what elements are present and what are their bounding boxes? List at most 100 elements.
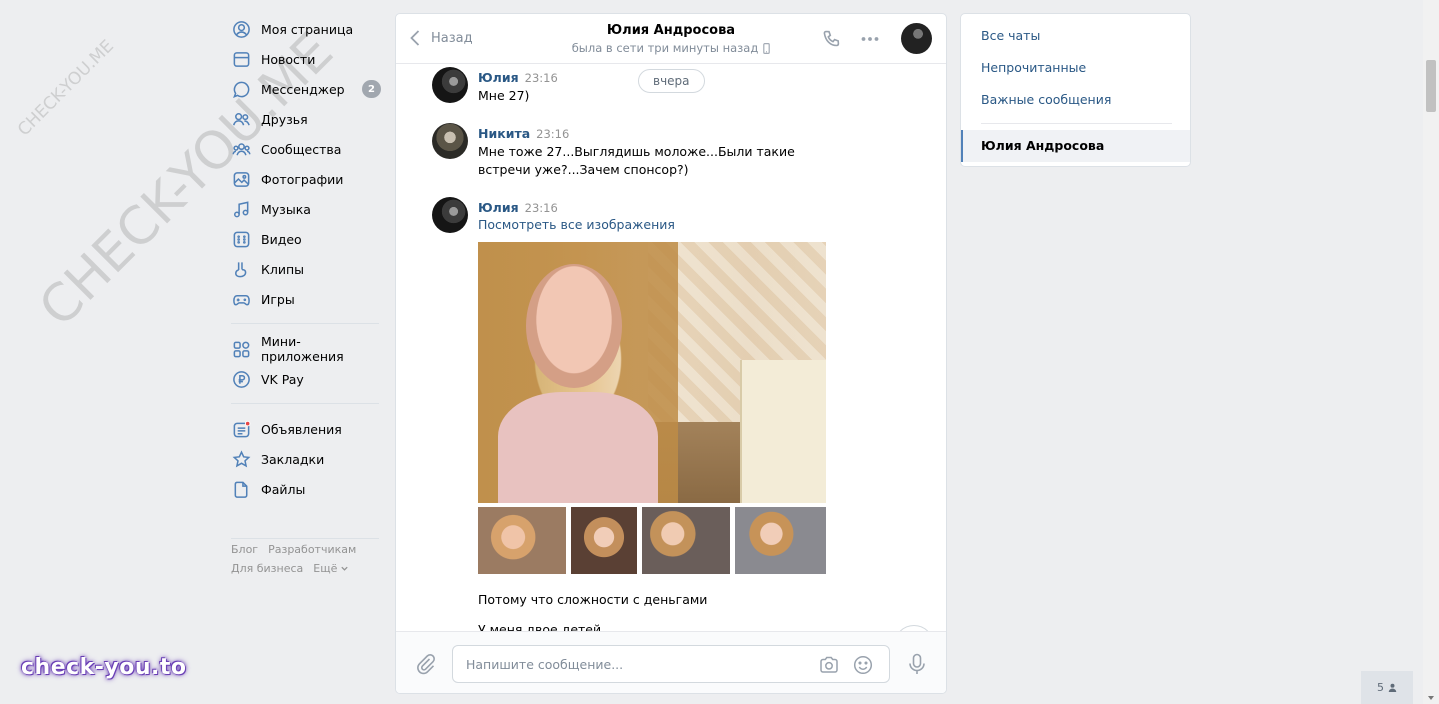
peer-name: Юлия Андросова <box>606 23 736 38</box>
chat-panel: Назад Юлия Андросова была в сети три мин… <box>395 13 947 694</box>
user-circle-icon <box>232 20 251 39</box>
message-author[interactable]: Юлия <box>478 70 519 85</box>
message-author[interactable]: Никита <box>478 126 530 141</box>
news-icon <box>232 50 251 69</box>
message-time: 23:16 <box>524 71 558 85</box>
nav-item-messenger[interactable]: Мессенджер 2 <box>229 74 381 104</box>
clips-icon <box>232 260 251 279</box>
photo-attachment-main[interactable] <box>478 242 826 503</box>
attach-button[interactable] <box>414 652 438 676</box>
folder-current-chat[interactable]: Юлия Андросова <box>961 130 1190 162</box>
folder-unread[interactable]: Непрочитанные <box>981 60 1086 75</box>
photo-thumbnails <box>478 507 826 574</box>
nav-label: Клипы <box>261 261 305 277</box>
message-body: Никита 23:16 Мне тоже 27...Выглядишь моло… <box>478 123 850 179</box>
ads-icon <box>232 420 251 439</box>
photo-thumbnail[interactable] <box>571 507 637 574</box>
message-time: 23:16 <box>536 127 570 141</box>
nav-item-photos[interactable]: Фотографии <box>229 164 381 194</box>
folder-important[interactable]: Важные сообщения <box>981 92 1111 107</box>
message-body: Юлия 23:16 Посмотреть все изображения <box>478 197 850 232</box>
nav-item-mini-apps[interactable]: Мини-приложения <box>229 334 381 364</box>
message-body: Юлия 23:16 Мне 27) <box>478 67 850 105</box>
peer-status-text: была в сети три минуты назад <box>571 41 759 55</box>
footer-link-developers[interactable]: Разработчикам <box>268 543 356 556</box>
smile-icon <box>853 655 873 675</box>
nav-item-games[interactable]: Игры <box>229 284 381 314</box>
nav-label: Друзья <box>261 111 308 127</box>
message-text: Мне тоже 27...Выглядишь моложе...Были та… <box>478 144 795 177</box>
nav-divider <box>231 403 379 404</box>
scroll-down-arrow-icon[interactable] <box>1428 696 1434 700</box>
nav-label: VK Pay <box>261 371 304 387</box>
call-button[interactable] <box>821 28 843 50</box>
nav-divider <box>231 323 379 324</box>
avatar[interactable] <box>432 123 468 159</box>
nav-item-my-page[interactable]: Моя страница <box>229 14 381 44</box>
photos-icon <box>232 170 251 189</box>
chevron-left-icon <box>410 30 420 46</box>
nav-label: Моя страница <box>261 21 354 37</box>
nav-item-news[interactable]: Новости <box>229 44 381 74</box>
nav-label: Видео <box>261 231 302 247</box>
nav-item-music[interactable]: Музыка <box>229 194 381 224</box>
nav-footer-links: Блог Разработчикам Для бизнеса Ещё <box>231 538 381 578</box>
peer-status: была в сети три минуты назад <box>536 41 806 55</box>
message-author[interactable]: Юлия <box>478 200 519 215</box>
nav-label: Мини-приложения <box>261 334 344 364</box>
nav-label: Мессенджер <box>261 81 345 97</box>
online-friends-counter[interactable]: 5 <box>1361 671 1413 704</box>
photo-thumbnail[interactable] <box>478 507 566 574</box>
back-label: Назад <box>431 30 473 46</box>
communities-icon <box>232 140 251 159</box>
footer-link-blog[interactable]: Блог <box>231 543 258 556</box>
message-history[interactable]: вчера Юлия 23:16 Мне 27) Никита 23:16 Мне … <box>396 65 946 631</box>
peer-avatar[interactable] <box>901 23 932 54</box>
nav-item-video[interactable]: Видео <box>229 224 381 254</box>
nav-label: Фотографии <box>261 171 344 187</box>
footer-link-business[interactable]: Для бизнеса <box>231 562 303 575</box>
footer-more-menu[interactable]: Ещё <box>313 559 349 578</box>
view-all-images-link[interactable]: Посмотреть все изображения <box>478 217 850 232</box>
emoji-button[interactable] <box>852 654 874 676</box>
messenger-unread-badge: 2 <box>362 80 381 98</box>
scrollbar-thumb[interactable] <box>1426 60 1436 112</box>
bookmark-star-icon <box>232 449 251 469</box>
nav-item-vk-pay[interactable]: VK Pay <box>229 364 381 394</box>
photo-thumbnail[interactable] <box>735 507 826 574</box>
camera-button[interactable] <box>818 654 840 676</box>
avatar[interactable] <box>432 67 468 103</box>
nav-item-friends[interactable]: Друзья <box>229 104 381 134</box>
friends-icon <box>232 110 251 129</box>
watermark-small: CHECK-YOU.ME <box>14 36 118 141</box>
folder-current-chat-label: Юлия Андросова <box>981 138 1105 153</box>
message-time: 23:16 <box>524 201 558 215</box>
message-text: Потому что сложности с деньгами <box>478 592 708 607</box>
phone-icon <box>823 30 840 47</box>
nav-item-files[interactable]: Файлы <box>229 474 381 504</box>
nav-label: Сообщества <box>261 141 342 157</box>
nav-item-communities[interactable]: Сообщества <box>229 134 381 164</box>
person-icon <box>1388 683 1397 692</box>
more-actions-button[interactable] <box>859 28 881 50</box>
camera-icon <box>820 656 838 673</box>
nav-label: Файлы <box>261 481 306 497</box>
page-scrollbar[interactable] <box>1423 0 1439 704</box>
online-count: 5 <box>1377 681 1384 694</box>
messenger-icon <box>232 80 251 99</box>
chevron-down-icon <box>341 566 349 571</box>
peer-info[interactable]: Юлия Андросова была в сети три минуты на… <box>536 23 806 55</box>
folder-all-chats[interactable]: Все чаты <box>981 28 1040 43</box>
chat-header: Назад Юлия Андросова была в сети три мин… <box>396 14 946 64</box>
voice-message-button[interactable] <box>905 652 929 676</box>
mobile-phone-icon <box>763 42 771 54</box>
nav-item-bookmarks[interactable]: Закладки <box>229 444 381 474</box>
nav-item-clips[interactable]: Клипы <box>229 254 381 284</box>
microphone-icon <box>909 653 925 674</box>
nav-item-ads[interactable]: Объявления <box>229 414 381 444</box>
photo-thumbnail[interactable] <box>642 507 730 574</box>
video-icon <box>232 230 251 249</box>
message-input[interactable] <box>466 646 806 682</box>
avatar[interactable] <box>432 197 468 233</box>
back-button[interactable]: Назад <box>409 28 473 48</box>
